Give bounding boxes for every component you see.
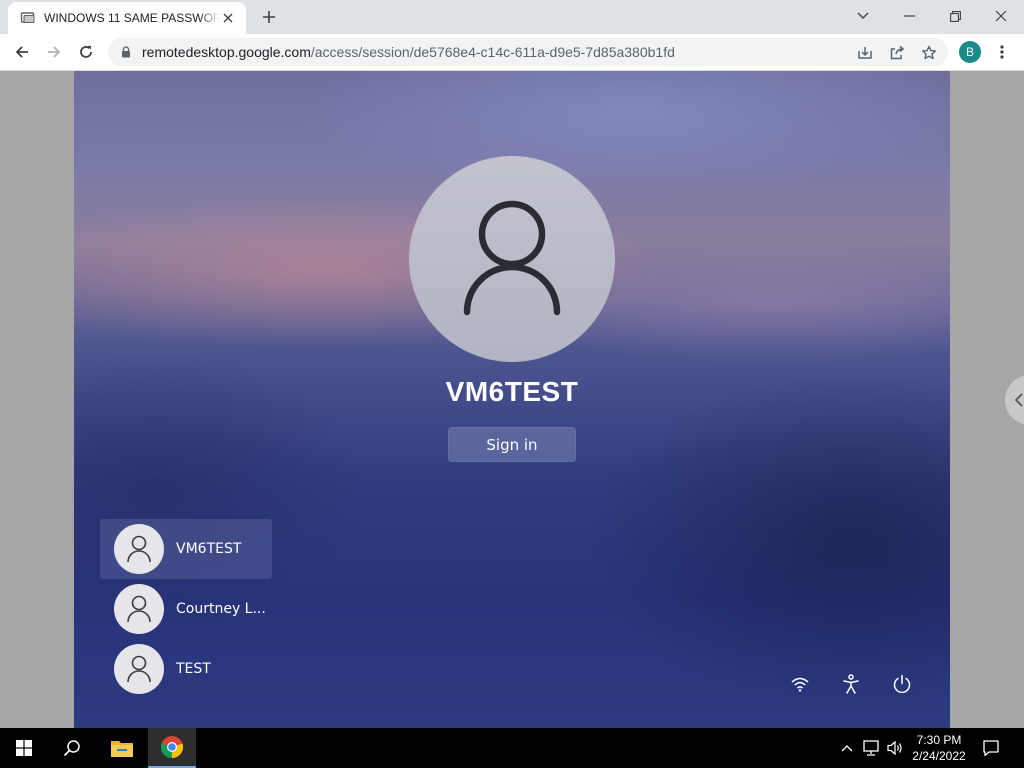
share-icon[interactable] — [888, 44, 906, 62]
address-bar[interactable]: remotedesktop.google.com/access/session/… — [108, 38, 948, 66]
accessibility-icon[interactable] — [839, 672, 863, 696]
reload-button[interactable] — [74, 40, 98, 64]
user-icon — [463, 200, 561, 316]
start-icon[interactable] — [0, 728, 48, 768]
chevron-left-icon — [1015, 393, 1023, 407]
user-list-name: TEST — [176, 661, 211, 677]
user-list-item-courtney[interactable]: Courtney L... — [100, 579, 272, 639]
url-host: remotedesktop.google.com — [142, 44, 311, 60]
file-explorer-icon[interactable] — [98, 728, 146, 768]
clock-date: 2/24/2022 — [912, 749, 966, 763]
install-app-icon[interactable] — [856, 44, 874, 62]
url-path: /access/session/de5768e4-c14c-611a-d9e5-… — [310, 44, 675, 60]
lock-icon[interactable] — [120, 45, 132, 59]
user-list-name: VM6TEST — [176, 541, 242, 557]
power-icon[interactable] — [890, 672, 914, 696]
forward-button[interactable] — [42, 40, 66, 64]
browser-toolbar: remotedesktop.google.com/access/session/… — [0, 34, 1024, 71]
user-list: VM6TEST Courtney L... TEST — [100, 519, 272, 699]
bookmark-star-icon[interactable] — [920, 44, 938, 62]
new-tab-button[interactable] — [259, 7, 279, 27]
user-icon — [114, 524, 164, 574]
remote-session-view[interactable]: VM6TEST Sign in VM6TEST Courtney L... TE… — [74, 71, 950, 728]
windows-taskbar: 7:30 PM 2/24/2022 — [0, 728, 1024, 768]
user-list-name: Courtney L... — [176, 601, 266, 617]
user-list-item-test[interactable]: TEST — [100, 639, 272, 699]
session-options-handle[interactable] — [1005, 375, 1024, 425]
taskbar-clock[interactable]: 7:30 PM 2/24/2022 — [906, 732, 972, 764]
tab-title: WINDOWS 11 SAME PASSWORD — [44, 11, 220, 25]
user-icon — [114, 584, 164, 634]
tab-search-chevron-icon[interactable] — [840, 0, 886, 32]
chrome-menu-icon[interactable] — [990, 40, 1014, 64]
back-button[interactable] — [10, 40, 34, 64]
close-window-button[interactable] — [978, 0, 1024, 32]
remote-desktop-favicon-icon — [20, 10, 36, 26]
close-tab-icon[interactable] — [220, 10, 236, 26]
selected-username: VM6TEST — [445, 376, 579, 407]
wifi-icon[interactable] — [788, 672, 812, 696]
volume-icon[interactable] — [885, 738, 905, 758]
network-icon[interactable] — [861, 738, 881, 758]
clock-time: 7:30 PM — [916, 733, 962, 747]
notifications-icon[interactable] — [981, 738, 1001, 758]
user-icon — [114, 644, 164, 694]
user-list-item-vm6test[interactable]: VM6TEST — [100, 519, 272, 579]
sign-in-button[interactable]: Sign in — [448, 427, 576, 462]
restore-button[interactable] — [932, 0, 978, 32]
user-avatar-large — [409, 156, 615, 362]
browser-tab[interactable]: WINDOWS 11 SAME PASSWORD — [8, 2, 246, 34]
tab-strip: WINDOWS 11 SAME PASSWORD — [0, 0, 1024, 34]
profile-avatar[interactable]: B — [959, 41, 981, 63]
chrome-icon[interactable] — [148, 728, 196, 768]
minimize-button[interactable] — [886, 0, 932, 32]
show-hidden-icons-chevron-icon[interactable] — [837, 738, 857, 758]
search-icon[interactable] — [48, 728, 96, 768]
url-text[interactable]: remotedesktop.google.com/access/session/… — [142, 44, 675, 60]
